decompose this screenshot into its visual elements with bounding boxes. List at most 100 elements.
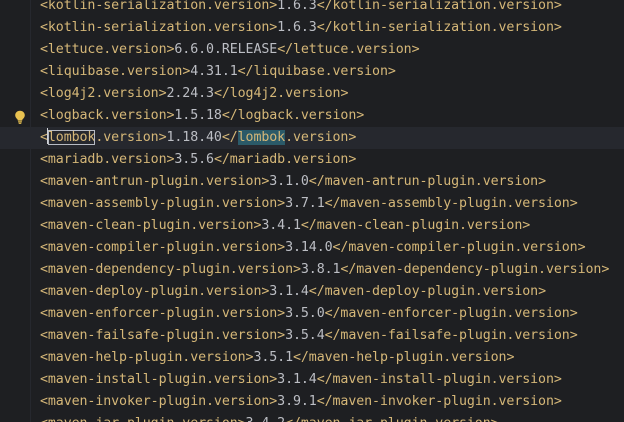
tag-bracket: </ [221,130,238,145]
tag-name: .version [95,130,159,145]
tag-bracket: > [277,196,286,211]
code-line[interactable]: <maven-enforcer-plugin.version>3.5.0</ma… [0,303,624,325]
tag-name: maven-clean-plugin.version [316,218,523,233]
tag-value: 1.5.18 [174,108,222,123]
tag-bracket: > [269,394,278,409]
tag-bracket: > [569,306,578,321]
tag-bracket: </ [324,328,341,343]
tag-bracket: < [40,372,48,387]
code-line[interactable]: <maven-assembly-plugin.version>3.7.1</ma… [0,193,624,215]
tag-name: log4j2.version [229,86,341,101]
tag-bracket: </ [316,20,333,35]
code-line[interactable]: <maven-deploy-plugin.version>3.1.4</mave… [0,281,624,303]
code-line[interactable]: <maven-antrun-plugin.version>3.1.0</mave… [0,171,624,193]
tag-bracket: > [538,174,546,189]
tag-bracket: > [553,20,562,35]
tag-bracket: > [387,64,396,79]
code-line[interactable]: <maven-compiler-plugin.version>3.14.0</m… [0,237,624,259]
tag-bracket: > [411,42,420,57]
tag-bracket: > [356,108,365,123]
tag-name: maven-invoker-plugin.version [47,394,270,409]
tag-bracket: < [40,416,48,422]
tag-name: log4j2.version [47,86,159,101]
tag-bracket: </ [213,152,230,167]
code-line[interactable]: <lettuce.version>6.6.0.RELEASE</lettuce.… [0,39,624,61]
tag-bracket: > [491,416,499,422]
tag-value: 3.9.1 [277,394,317,409]
tag-name: kotlin-serialization.version [332,0,554,13]
code-line[interactable]: <log4j2.version>2.24.3</log4j2.version> [0,83,624,105]
tag-name: maven-antrun-plugin.version [47,174,262,189]
tag-name: maven-assembly-plugin.version [47,196,278,211]
tag-name: maven-failsafe-plugin.version [47,328,278,343]
code-line[interactable]: <logback.version>1.5.18</logback.version… [0,105,624,127]
tag-value: 3.1.0 [269,174,309,189]
tag-value: 3.4.1 [261,218,301,233]
tag-bracket: > [269,0,278,13]
tag-name: maven-enforcer-plugin.version [47,306,278,321]
code-line[interactable]: <maven-invoker-plugin.version>3.9.1</mav… [0,391,624,413]
tag-name: logback.version [237,108,357,123]
tag-bracket: </ [332,240,349,255]
tag-bracket: < [40,240,48,255]
tag-bracket: > [238,416,246,422]
tag-bracket: < [40,262,48,277]
tag-name: maven-dependency-plugin.version [47,262,293,277]
tag-bracket: </ [213,86,230,101]
code-line[interactable]: <kotlin-serialization.version>1.6.3</kot… [0,0,624,17]
code-line[interactable]: <maven-install-plugin.version>3.1.4</mav… [0,369,624,391]
tag-bracket: > [553,0,562,13]
tag-bracket: < [40,42,48,57]
tag-value: 3.14.0 [285,240,333,255]
code-line[interactable]: <maven-jar-plugin.version>3.4.2</maven-j… [0,413,624,422]
code-line[interactable]: <maven-help-plugin.version>3.5.1</maven-… [0,347,624,369]
tag-name: maven-deploy-plugin.version [324,284,539,299]
code-line[interactable]: <kotlin-serialization.version>1.6.3</kot… [0,17,624,39]
tag-bracket: > [269,372,278,387]
tag-bracket: < [40,108,48,123]
tag-bracket: </ [277,42,293,57]
tag-bracket: </ [285,416,301,422]
tag-value: 3.1.4 [269,284,309,299]
code-line[interactable]: <maven-clean-plugin.version>3.4.1</maven… [0,215,624,237]
tag-name-match: lombok [47,130,96,145]
tag-bracket: < [40,350,48,365]
tag-name: maven-deploy-plugin.version [47,284,262,299]
tag-name: lettuce.version [47,42,167,57]
tag-bracket: > [348,152,357,167]
tag-value: 3.7.1 [285,196,325,211]
tag-value: 3.5.1 [253,350,293,365]
tag-bracket: < [40,394,48,409]
tag-bracket: > [158,130,167,145]
tag-bracket: </ [308,284,325,299]
lightbulb-icon[interactable] [14,110,26,124]
tag-bracket: > [506,350,515,365]
code-line[interactable]: <maven-dependency-plugin.version>3.8.1</… [0,259,624,281]
tag-bracket: </ [324,306,341,321]
code-editor[interactable]: <kotlin-serialization.version>1.6.3</kot… [0,0,624,422]
tag-name: maven-invoker-plugin.version [332,394,554,409]
code-line[interactable]: <lombok.version>1.18.40</lombok.version> [0,127,624,149]
tag-bracket: > [340,86,349,101]
tag-name: kotlin-serialization.version [47,20,270,35]
tag-value: 3.5.4 [285,328,325,343]
tag-value: 6.6.0.RELEASE [174,42,278,57]
tag-bracket: > [158,86,167,101]
code-line[interactable]: <liquibase.version>4.31.1</liquibase.ver… [0,61,624,83]
tag-bracket: > [522,218,531,233]
tag-bracket: > [569,196,578,211]
code-lines[interactable]: <kotlin-serialization.version>1.6.3</kot… [0,0,624,422]
tag-name: kotlin-serialization.version [332,20,554,35]
code-line[interactable]: <maven-failsafe-plugin.version>3.5.4</ma… [0,325,624,347]
code-line[interactable]: <mariadb.version>3.5.6</mariadb.version> [0,149,624,171]
tag-bracket: </ [316,372,333,387]
tag-bracket: > [269,20,278,35]
tag-bracket: > [577,240,586,255]
tag-name: maven-help-plugin.version [47,350,246,365]
tag-name: maven-enforcer-plugin.version [340,306,570,321]
tag-bracket: </ [308,174,325,189]
tag-name: mariadb.version [47,152,167,167]
tag-value: 4.31.1 [190,64,238,79]
tag-name: maven-compiler-plugin.version [348,240,578,255]
tag-name: maven-install-plugin.version [47,372,270,387]
